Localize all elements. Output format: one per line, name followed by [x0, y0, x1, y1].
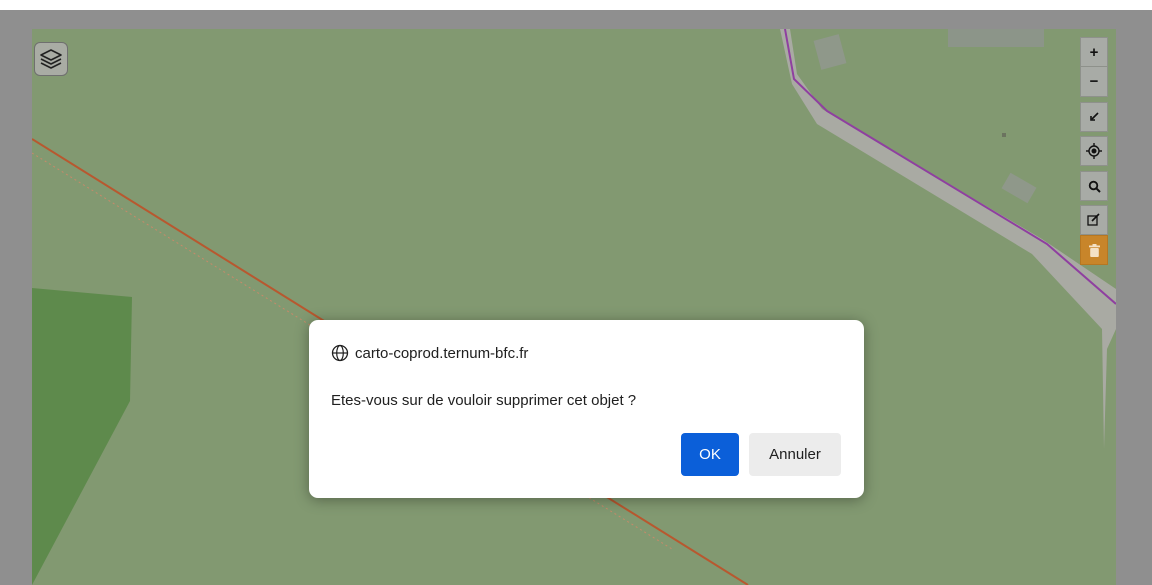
- right-gutter: [1116, 10, 1152, 585]
- edit-icon: [1087, 213, 1100, 226]
- plus-icon: +: [1089, 43, 1099, 61]
- locate-button[interactable]: [1080, 136, 1108, 166]
- window-top-strip: [0, 0, 1152, 10]
- left-gutter: [0, 10, 32, 585]
- building: [948, 29, 1044, 47]
- cancel-button[interactable]: Annuler: [749, 433, 841, 476]
- dialog-origin: carto-coprod.ternum-bfc.fr: [331, 344, 528, 362]
- building: [813, 34, 847, 70]
- delete-button[interactable]: [1080, 235, 1108, 265]
- layers-button[interactable]: [34, 42, 68, 76]
- search-icon: [1088, 180, 1101, 193]
- trash-icon: [1088, 243, 1100, 257]
- collapse-icon: [1090, 112, 1099, 121]
- building: [1002, 133, 1006, 137]
- ok-button[interactable]: OK: [681, 433, 739, 476]
- edit-button[interactable]: [1080, 205, 1108, 235]
- globe-icon: [331, 344, 349, 362]
- building: [1001, 172, 1037, 204]
- zoom-out-button[interactable]: −: [1080, 66, 1108, 97]
- layers-icon: [40, 49, 62, 69]
- map-layer: [32, 29, 1116, 585]
- map-canvas[interactable]: [32, 29, 1116, 585]
- dialog-origin-text: carto-coprod.ternum-bfc.fr: [355, 344, 529, 362]
- dialog-message: Etes-vous sur de vouloir supprimer cet o…: [331, 392, 637, 409]
- minus-icon: −: [1089, 73, 1099, 90]
- zoom-in-button[interactable]: +: [1080, 37, 1108, 67]
- forest-area: [32, 288, 132, 585]
- crosshair-icon: [1086, 143, 1102, 159]
- fullscreen-button[interactable]: [1080, 102, 1108, 132]
- confirm-dialog: carto-coprod.ternum-bfc.fr Etes-vous sur…: [309, 320, 864, 498]
- search-button[interactable]: [1080, 171, 1108, 201]
